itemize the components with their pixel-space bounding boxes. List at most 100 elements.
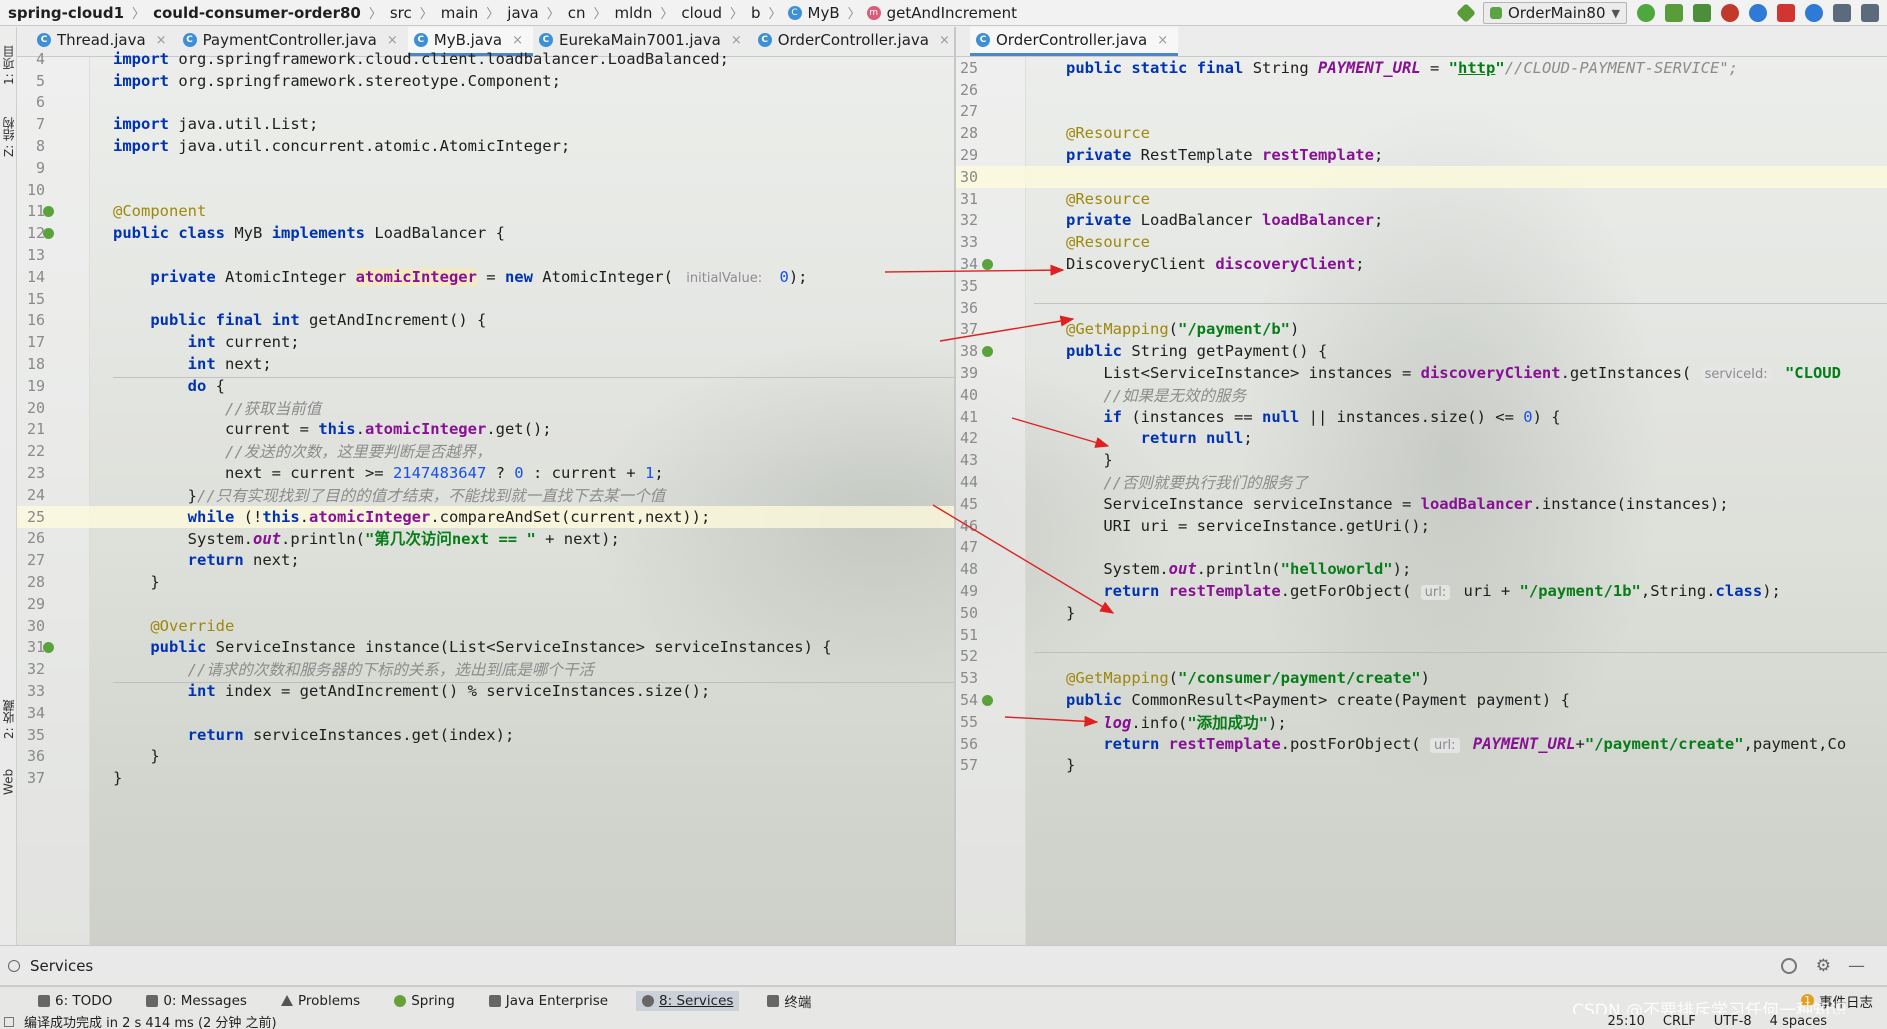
code-line[interactable]: 33 int index = getAndIncrement() % servi… — [17, 680, 954, 702]
code-line[interactable]: 47 — [956, 537, 1887, 559]
web-tool-tab[interactable]: Web — [0, 762, 17, 802]
breadcrumb-cn[interactable]: cn — [566, 4, 588, 22]
implements-method-icon[interactable] — [43, 641, 54, 653]
code-line[interactable]: 55 log.info("添加成功"); — [956, 711, 1887, 733]
breadcrumb-module[interactable]: could-consumer-order80 — [151, 4, 363, 22]
code-line[interactable]: 38 public String getPayment() { — [956, 340, 1887, 362]
spring-endpoint-icon[interactable] — [982, 345, 993, 357]
rerun-icon[interactable] — [1637, 4, 1655, 22]
project-structure-icon[interactable] — [1833, 4, 1851, 22]
right-code-editor[interactable]: 25 public static final String PAYMENT_URL… — [956, 57, 1887, 945]
close-icon[interactable]: × — [387, 33, 398, 48]
breadcrumb-mldn[interactable]: mldn — [613, 4, 655, 22]
code-line[interactable]: 37 @GetMapping("/payment/b") — [956, 319, 1887, 341]
code-line[interactable]: 21 current = this.atomicInteger.get(); — [17, 419, 954, 441]
breadcrumb-cloud[interactable]: cloud — [679, 4, 724, 22]
code-line[interactable]: 8 import java.util.concurrent.atomic.Atom… — [17, 135, 954, 157]
code-line[interactable]: 25 public static final String PAYMENT_URL… — [956, 57, 1887, 79]
code-line[interactable]: 15 — [17, 288, 954, 310]
status-toggle-icon[interactable] — [4, 1016, 14, 1027]
coverage-icon[interactable] — [1693, 4, 1711, 22]
code-line[interactable]: 26 System.out.println("第几次访问next == " + … — [17, 528, 954, 550]
code-line[interactable]: 29 private RestTemplate restTemplate; — [956, 144, 1887, 166]
code-line[interactable]: 50} — [956, 602, 1887, 624]
gear-icon[interactable]: ⚙ — [1816, 956, 1831, 976]
spring-bean-icon[interactable] — [43, 205, 54, 217]
code-line[interactable]: 23 next = current >= 2147483647 ? 0 : cu… — [17, 462, 954, 484]
code-line[interactable]: 26 — [956, 79, 1887, 101]
window-icon[interactable] — [1861, 4, 1879, 22]
code-line[interactable]: 4 import org.springframework.cloud.client… — [17, 48, 954, 70]
services-title[interactable]: Services — [30, 957, 93, 975]
close-icon[interactable]: × — [1157, 33, 1168, 48]
code-line[interactable]: 18 int next; — [17, 353, 954, 375]
code-line[interactable]: 24 }//只有实现找到了目的的值才结束，不能找到就一直找下去某一个值 — [17, 484, 954, 506]
code-line[interactable]: 42 return null; — [956, 428, 1887, 450]
code-line[interactable]: 49 return restTemplate.getForObject( url… — [956, 580, 1887, 602]
breadcrumb-b[interactable]: b — [749, 4, 763, 22]
tool-window-messages[interactable]: 0: Messages — [140, 991, 253, 1011]
spring-endpoint-icon[interactable] — [982, 694, 993, 706]
code-line[interactable]: 25 while (!this.atomicInteger.compareAnd… — [17, 505, 954, 528]
close-icon[interactable]: × — [156, 33, 167, 48]
code-line[interactable]: 7 import java.util.List; — [17, 113, 954, 135]
code-line[interactable]: 36 } — [17, 746, 954, 768]
help-icon[interactable] — [1805, 4, 1823, 22]
code-line[interactable]: 29 — [17, 593, 954, 615]
code-line[interactable]: 11 @Component — [17, 201, 954, 223]
close-icon[interactable]: × — [731, 33, 742, 48]
code-line[interactable]: 34 — [17, 702, 954, 724]
code-line[interactable]: 34 DiscoveryClient discoveryClient; — [956, 253, 1887, 275]
tab-ordercontroller-java[interactable]: C OrderController.java × — [970, 27, 1179, 56]
structure-tool-tab[interactable]: Z: 结构 — [0, 107, 17, 167]
code-line[interactable]: 48 System.out.println("helloworld"); — [956, 558, 1887, 580]
code-line[interactable]: 36 — [956, 297, 1887, 319]
tool-window-services[interactable]: 8: Services — [636, 990, 740, 1011]
code-line[interactable]: 28 @Resource — [956, 122, 1887, 144]
breadcrumb-java[interactable]: java — [505, 4, 540, 22]
breadcrumb-class[interactable]: MyB — [806, 4, 842, 22]
code-line[interactable]: 35 — [956, 275, 1887, 297]
code-line[interactable]: 44 //否则就要执行我们的服务了 — [956, 471, 1887, 493]
code-line[interactable]: 37} — [17, 767, 954, 789]
code-line[interactable]: 31 public ServiceInstance instance(List<… — [17, 637, 954, 659]
code-line[interactable]: 53 @GetMapping("/consumer/payment/create"… — [956, 667, 1887, 689]
debug-icon[interactable] — [1665, 4, 1683, 22]
code-line[interactable]: 22 //发送的次数，这里要判断是否越界， — [17, 440, 954, 462]
code-line[interactable]: 32 //请求的次数和服务器的下标的关系，选出到底是哪个干活 — [17, 658, 954, 680]
code-line[interactable]: 54 public CommonResult<Payment> create(Pa… — [956, 689, 1887, 711]
profile-icon[interactable] — [1721, 4, 1739, 22]
code-line[interactable]: 30 — [956, 166, 1887, 188]
close-icon[interactable]: × — [512, 33, 523, 48]
code-line[interactable]: 46 URI uri = serviceInstance.getUri(); — [956, 515, 1887, 537]
left-code-editor[interactable]: 4 import org.springframework.cloud.client… — [17, 50, 954, 945]
breadcrumb-method[interactable]: getAndIncrement — [885, 4, 1019, 22]
code-line[interactable]: 56 return restTemplate.postForObject( ur… — [956, 733, 1887, 755]
minimize-icon[interactable]: — — [1848, 956, 1865, 976]
stop-icon[interactable] — [1777, 4, 1795, 22]
code-line[interactable]: 30 @Override — [17, 615, 954, 637]
file-encoding[interactable]: UTF-8 — [1714, 1014, 1752, 1029]
breadcrumb-project[interactable]: spring-cloud1 — [6, 4, 126, 22]
code-line[interactable]: 41 if (instances == null || instances.si… — [956, 406, 1887, 428]
breadcrumb-main[interactable]: main — [439, 4, 480, 22]
code-line[interactable]: 57} — [956, 755, 1887, 777]
spring-bean-icon[interactable] — [982, 258, 993, 270]
code-line[interactable]: 20 //获取当前值 — [17, 397, 954, 419]
code-line[interactable]: 33 @Resource — [956, 231, 1887, 253]
tool-window-problems[interactable]: Problems — [275, 991, 366, 1011]
code-line[interactable]: 12 public class MyB implements LoadBalanc… — [17, 222, 954, 244]
indent-setting[interactable]: 4 spaces — [1770, 1014, 1827, 1029]
update-icon[interactable] — [1749, 4, 1767, 22]
code-line[interactable]: 35 return serviceInstances.get(index); — [17, 724, 954, 746]
code-line[interactable]: 17 int current; — [17, 331, 954, 353]
run-config-select[interactable]: OrderMain80 ▼ — [1483, 2, 1627, 24]
code-line[interactable]: 9 — [17, 157, 954, 179]
code-line[interactable]: 51 — [956, 624, 1887, 646]
favorites-tool-tab[interactable]: 2: 收藏 — [0, 689, 17, 749]
code-line[interactable]: 39 List<ServiceInstance> instances = dis… — [956, 362, 1887, 384]
code-line[interactable]: 52 — [956, 646, 1887, 668]
breadcrumb-src[interactable]: src — [388, 4, 414, 22]
code-line[interactable]: 32 private LoadBalancer loadBalancer; — [956, 210, 1887, 232]
line-separator[interactable]: CRLF — [1663, 1014, 1696, 1029]
